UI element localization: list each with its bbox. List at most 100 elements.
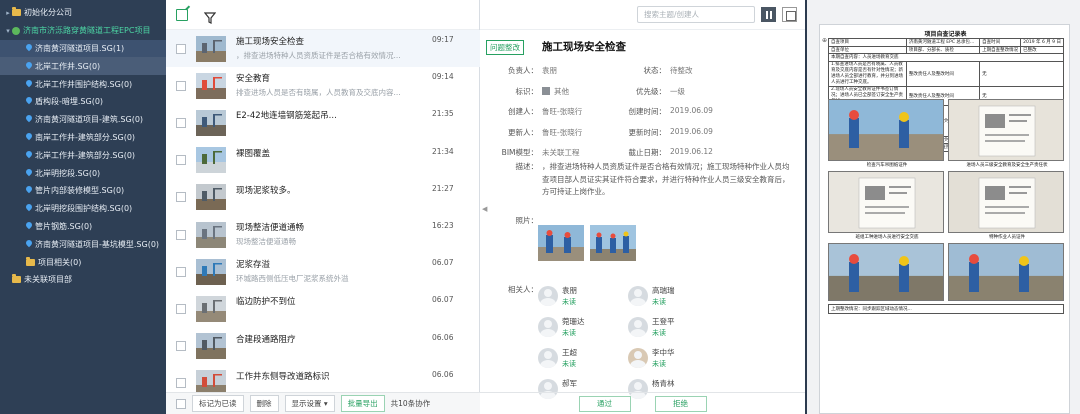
list-item-thumbnail: [196, 147, 226, 174]
column-view-icon[interactable]: [761, 7, 776, 22]
sidebar-item[interactable]: 项目相关(0): [0, 253, 166, 271]
photo-thumbnail-1[interactable]: [538, 225, 584, 261]
list-item-checkbox[interactable]: [176, 117, 186, 128]
related-person[interactable]: 高瑞瑞 未读: [628, 284, 718, 310]
collapse-handle-icon[interactable]: ◀: [482, 205, 487, 213]
person-name: 菀珊达: [562, 317, 585, 326]
sidebar-item[interactable]: 北岸工作井-建筑部分.SG(0): [0, 146, 166, 164]
sidebar-item[interactable]: 北岸明挖段围护结构.SG(0): [0, 200, 166, 218]
collaboration-list-panel: 施工现场安全检查 ，排查进场特种人员资质证件是否合格有效情况... 09:17 安全教…: [166, 0, 480, 414]
display-settings-button[interactable]: 显示设置 ▾: [284, 395, 335, 412]
list-item[interactable]: 施工现场安全检查 ，排查进场特种人员资质证件是否合格有效情况... 09:17: [166, 30, 480, 67]
list-item-time: 06.06: [432, 369, 454, 379]
description-label: 描述：: [515, 162, 539, 171]
list-item[interactable]: 安全教育排查进场人员是否有晓属，人员教育及交底内容... 09:14: [166, 67, 480, 104]
list-item[interactable]: 裸图覆盖 21:34: [166, 142, 480, 179]
model-pin-icon: [26, 240, 32, 249]
list-item-checkbox[interactable]: [176, 303, 186, 314]
model-pin-icon: [26, 62, 32, 71]
field-label: 截止日期：: [628, 148, 667, 157]
record-photo: [948, 99, 1064, 161]
list-item-thumbnail: [196, 333, 226, 360]
list-item-checkbox[interactable]: [176, 341, 186, 352]
read-status: 未读: [652, 329, 666, 337]
mark-read-button[interactable]: 标记为已读: [192, 395, 244, 412]
record-cell: 自查时间: [979, 38, 1022, 47]
photo-thumbnail-2[interactable]: [590, 225, 636, 261]
list-item-checkbox[interactable]: [176, 192, 186, 203]
model-pin-icon: [26, 151, 32, 160]
label-color-swatch: [542, 86, 550, 95]
grid-view-icon[interactable]: [782, 7, 797, 22]
sidebar-item-label: 北岸明挖段.SG(0): [35, 168, 101, 178]
sidebar-item[interactable]: 管片内部装修模型.SG(0): [0, 182, 166, 200]
delete-button[interactable]: 删除: [249, 395, 279, 412]
list-item-title: 泥浆存溢: [236, 260, 271, 271]
sidebar-item-label: 济南黄河隧道项目-基坑模型.SG(0): [35, 239, 160, 249]
approve-button[interactable]: 通过: [578, 395, 631, 412]
sidebar-item-label: 北岸工作井.SG(0): [35, 61, 101, 71]
list-toolbar: [166, 0, 479, 30]
list-item[interactable]: 合建段通路阻疗 06.06: [166, 328, 480, 365]
filter-icon[interactable]: [203, 9, 217, 24]
record-cell: 自查单位: [828, 45, 907, 54]
list-item-title: E2-42地连墙钢筋笼起吊...: [236, 111, 337, 122]
chevron-right-icon[interactable]: ▸: [4, 9, 12, 17]
record-photo: [828, 99, 944, 161]
read-status: 未读: [562, 298, 576, 306]
sidebar-item[interactable]: 济南黄河隧道项目.SG(1): [0, 39, 166, 58]
sidebar-item[interactable]: 未关联项目部: [0, 271, 166, 289]
sidebar-item[interactable]: 盾构段-暗埋.SG(0): [0, 93, 166, 111]
sidebar-item-label: 管片钢筋.SG(0): [35, 221, 93, 231]
list-item[interactable]: 现场泥浆较多。 21:27: [166, 179, 480, 216]
related-person[interactable]: 王登平 未读: [628, 315, 718, 341]
sidebar-item[interactable]: 管片钢筋.SG(0): [0, 218, 166, 236]
list-item-checkbox[interactable]: [176, 43, 186, 54]
reject-button[interactable]: 拒绝: [654, 395, 707, 412]
list-item-summary: 排查进场人员是否有晓属，人员教育及交底内容...: [236, 88, 401, 98]
select-all-checkbox[interactable]: [176, 398, 186, 409]
model-pin-icon: [26, 133, 32, 142]
related-person[interactable]: 袁朋 未读: [538, 284, 628, 310]
record-cell: 济南黄河隧道工程 EPC 总承包...: [905, 38, 981, 47]
list-item-checkbox[interactable]: [176, 229, 186, 240]
search-input[interactable]: 搜索主题/创建人: [637, 6, 755, 23]
list-item-checkbox[interactable]: [176, 80, 186, 91]
list-item[interactable]: 现场整洁便道通畅 现场整洁便道通畅 16:23: [166, 216, 480, 253]
list-item-title: 安全教育: [236, 74, 271, 85]
related-person[interactable]: 王超 未读: [538, 346, 628, 372]
sidebar-item[interactable]: 北岸工作井围护结构.SG(0): [0, 75, 166, 93]
list-item-title: 临边防护不到位: [236, 297, 296, 308]
field-label: 创建时间：: [628, 107, 667, 116]
sidebar-item[interactable]: ▾ 济南市济泺路穿黄隧道工程EPC项目: [0, 22, 166, 40]
sidebar-item[interactable]: 南岸工作井-建筑部分.SG(0): [0, 129, 166, 147]
record-row: 自查项目 济南黄河隧道工程 EPC 总承包... 自查时间 2019 年 6 月 9 …: [828, 38, 1064, 47]
list-item-thumbnail: [196, 258, 226, 285]
list-item[interactable]: 泥浆存溢 环城路西侧低压电厂泥浆系统外溢 06.07: [166, 253, 480, 290]
sidebar-item[interactable]: 北岸工作井.SG(0): [0, 57, 166, 76]
field-value: 一级: [670, 86, 685, 96]
chevron-down-icon[interactable]: ▾: [4, 27, 12, 35]
person-name: 李中华: [652, 348, 675, 357]
sidebar-item[interactable]: 北岸明挖段.SG(0): [0, 164, 166, 182]
sidebar-item-label: 未关联项目部: [24, 275, 72, 285]
batch-export-button[interactable]: 批量导出: [340, 395, 385, 412]
list-item-time: 09:14: [432, 72, 454, 82]
sidebar-item[interactable]: 济南黄河隧道项目-建筑.SG(0): [0, 111, 166, 129]
list-item-checkbox[interactable]: [176, 266, 186, 277]
list-item-checkbox[interactable]: [176, 155, 186, 166]
sidebar-item[interactable]: ▸ 初始化分公司: [0, 4, 166, 22]
list-item-checkbox[interactable]: [176, 378, 186, 389]
related-person[interactable]: 李中华 未读: [628, 346, 718, 372]
field-value: 其他: [554, 86, 569, 96]
sidebar-item[interactable]: 济南黄河隧道项目-基坑模型.SG(0): [0, 235, 166, 253]
list-item[interactable]: E2-42地连墙钢筋笼起吊... 21:35: [166, 104, 480, 141]
folder-icon: [12, 274, 21, 284]
list-item[interactable]: 临边防护不到位 06.07: [166, 290, 480, 327]
person-name: 袁朋: [562, 286, 577, 295]
person-name: 高瑞瑞: [652, 286, 675, 295]
related-person[interactable]: 菀珊达 未读: [538, 315, 628, 341]
new-item-icon[interactable]: [176, 8, 188, 21]
avatar: [538, 348, 558, 368]
list-item-thumbnail: [196, 295, 226, 322]
